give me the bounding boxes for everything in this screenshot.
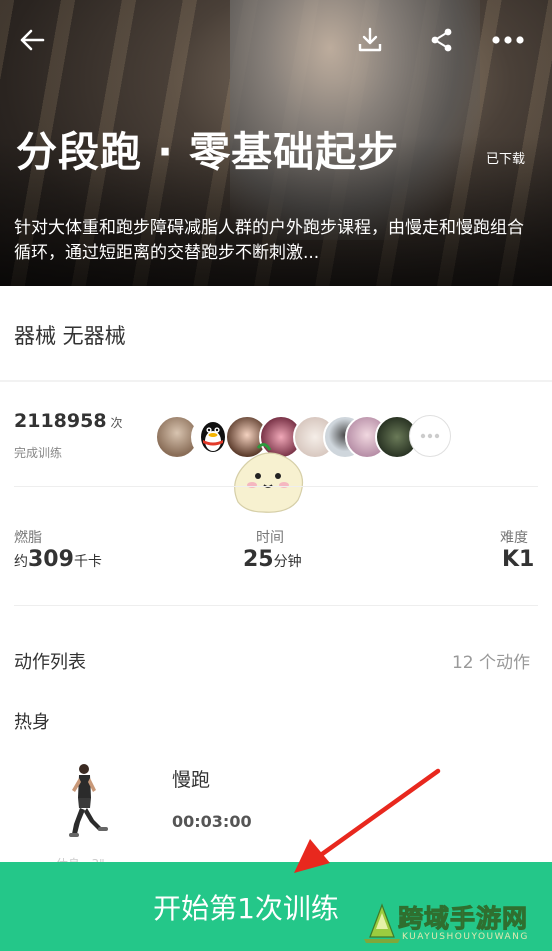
time-label: 时间 — [256, 530, 284, 546]
metrics-divider — [14, 605, 538, 606]
download-button[interactable] — [350, 20, 390, 60]
stats-divider — [14, 486, 538, 487]
watermark-title: 跨域手游网 — [397, 904, 529, 934]
back-arrow-icon — [20, 29, 45, 51]
share-icon — [431, 28, 452, 52]
equipment-label: 器械 无器械 — [14, 324, 126, 348]
site-watermark: 跨域手游网 KUAYUSHOUYOUWANG — [360, 895, 550, 951]
share-button[interactable] — [422, 20, 462, 60]
course-description[interactable]: 针对大体重和跑步障碍减脂人群的户外跑步课程，由慢走和慢跑组合循环，通过短距离的交… — [14, 216, 534, 266]
more-participants-button[interactable] — [409, 415, 451, 457]
more-dots-icon — [420, 433, 440, 439]
jogging-figure-icon — [69, 764, 108, 837]
downloaded-badge: 已下载 — [486, 152, 526, 167]
difficulty-value: K1 — [502, 547, 535, 572]
completion-count-value: 2118958 — [14, 410, 107, 432]
burn-value: 约309千卡 — [14, 547, 102, 572]
start-training-label: 开始第1次训练 — [153, 891, 339, 925]
mascot-sticker-icon — [234, 443, 304, 513]
course-title: 分段跑 · 零基础起步 — [16, 128, 400, 176]
hero-banner: 分段跑 · 零基础起步 已下载 针对大体重和跑步障碍减脂人群的户外跑步课程，由慢… — [0, 0, 552, 286]
more-icon — [492, 36, 524, 44]
exercise-name: 慢跑 — [172, 769, 211, 791]
back-button[interactable] — [12, 20, 52, 60]
time-value: 25分钟 — [243, 547, 302, 572]
action-count: 12 个动作 — [451, 653, 530, 673]
annotation-arrow-icon — [294, 768, 441, 873]
more-options-button[interactable] — [488, 20, 528, 60]
watermark-subtitle: KUAYUSHOUYOUWANG — [402, 932, 529, 942]
difficulty-label: 难度 — [500, 530, 528, 546]
exercise-duration: 00:03:00 — [172, 812, 252, 831]
download-icon — [358, 27, 382, 52]
completion-count: 2118958 次 — [14, 410, 123, 432]
warmup-section-title: 热身 — [14, 712, 50, 733]
action-list-title: 动作列表 — [14, 652, 86, 673]
completion-count-unit: 次 — [110, 416, 123, 430]
completion-count-label: 完成训练 — [14, 446, 63, 460]
section-divider — [0, 380, 552, 382]
burn-label: 燃脂 — [14, 530, 42, 546]
